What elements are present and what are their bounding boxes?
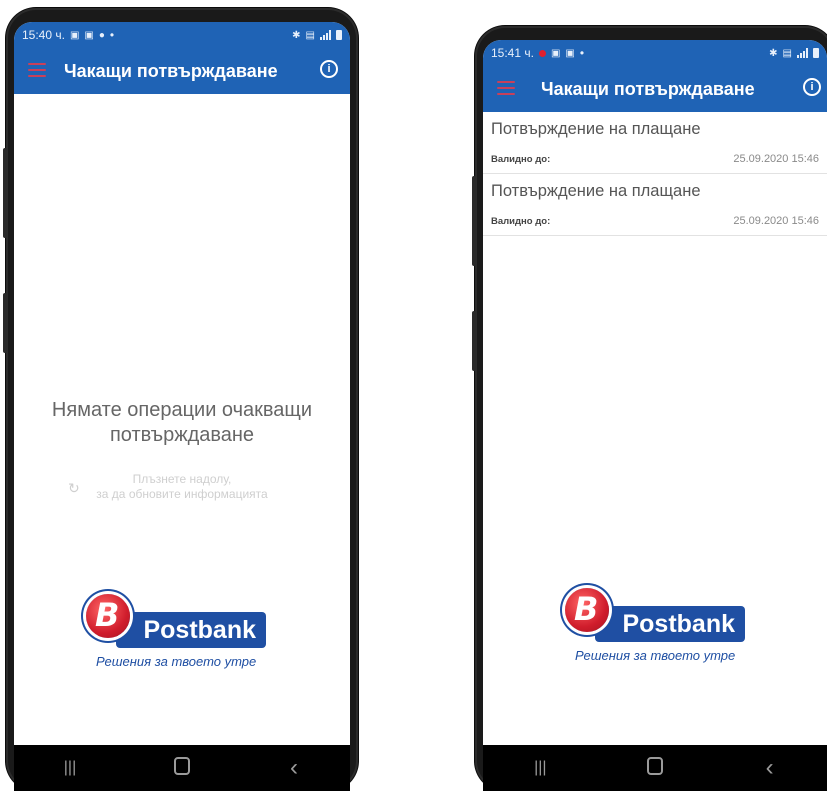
image-icon: ▣ <box>550 47 561 59</box>
list-item[interactable]: Потвърждение на плащане Валидно до: 25.0… <box>483 112 827 174</box>
empty-state-message: Нямате операции очакващи потвърждаване <box>51 399 313 446</box>
pull-to-refresh-hint: Плъзнете надолу, за да обновите информац… <box>14 472 350 502</box>
info-icon[interactable]: i <box>320 60 338 78</box>
pull-hint-line1: Плъзнете надолу, <box>132 472 232 486</box>
volume-button <box>3 148 7 238</box>
home-icon <box>174 756 190 775</box>
recents-button[interactable]: ||| <box>520 759 560 777</box>
system-nav-bar: ||| ‹ <box>14 745 350 791</box>
status-dot: • <box>109 28 115 42</box>
home-button[interactable] <box>162 756 202 780</box>
page-title: Чакащи потвърждаване <box>541 79 755 99</box>
image-icon: ▣ <box>84 29 94 41</box>
status-bar: 15:41 ч. ▣ ▣ • ✱ ▤ <box>483 40 827 66</box>
home-button[interactable] <box>635 756 675 780</box>
battery-icon <box>336 30 342 40</box>
menu-icon[interactable] <box>497 81 515 97</box>
status-dot: • <box>579 46 585 60</box>
menu-icon[interactable] <box>28 63 46 79</box>
screen-empty: 15:40 ч. ▣ ▣ ● • ✱ ▤ Чакащи потвърждаван… <box>14 22 350 791</box>
phone-left: 15:40 ч. ▣ ▣ ● • ✱ ▤ Чакащи потвърждаван… <box>3 8 358 791</box>
app-bar: Чакащи потвърждаване i <box>14 48 350 94</box>
system-nav-bar: ||| ‹ <box>483 745 827 791</box>
status-time: 15:41 ч. <box>491 46 534 60</box>
pull-hint-line2: за да обновите информацията <box>96 487 268 501</box>
bluetooth-icon: ✱ <box>292 29 301 41</box>
battery-icon <box>813 48 819 58</box>
volte-icon: ▤ <box>305 29 315 41</box>
back-button[interactable]: ‹ <box>750 754 790 782</box>
bixby-button <box>3 293 7 353</box>
gallery-icon: ▣ <box>565 47 575 59</box>
volte-icon: ▤ <box>782 47 792 59</box>
list-item[interactable]: Потвърждение на плащане Валидно до: 25.0… <box>483 174 827 236</box>
page-title: Чакащи потвърждаване <box>64 61 278 81</box>
item-title: Потвърждение на плащане <box>491 182 701 200</box>
status-time: 15:40 ч. <box>22 28 65 42</box>
signal-icon <box>797 48 808 58</box>
info-icon[interactable]: i <box>803 78 821 96</box>
logo-tagline: Решения за твоето утре <box>96 654 257 669</box>
status-bar: 15:40 ч. ▣ ▣ ● • ✱ ▤ <box>14 22 350 48</box>
home-icon <box>646 756 663 775</box>
item-valid-date: 25.09.2020 15:46 <box>733 215 819 227</box>
screen-list: 15:41 ч. ▣ ▣ • ✱ ▤ Чакащи потвърждаване … <box>483 40 827 791</box>
item-valid-label: Валидно до: <box>491 216 551 227</box>
app-bar: Чакащи потвърждаване i <box>483 66 827 112</box>
bluetooth-icon: ✱ <box>769 47 778 59</box>
chat-icon: ● <box>98 29 105 41</box>
phone-right: 15:41 ч. ▣ ▣ • ✱ ▤ Чакащи потвърждаване … <box>472 26 827 791</box>
item-valid-date: 25.09.2020 15:46 <box>733 153 819 165</box>
back-button[interactable]: ‹ <box>274 754 314 782</box>
recents-button[interactable]: ||| <box>50 759 90 777</box>
logo-badge: B <box>86 594 130 638</box>
gallery-icon: ▣ <box>69 29 80 41</box>
logo-badge: B <box>565 588 609 632</box>
record-icon <box>538 49 546 57</box>
bixby-button <box>472 311 476 371</box>
item-title: Потвърждение на плащане <box>491 120 701 138</box>
volume-button <box>472 176 476 266</box>
logo-wordmark: Postbank <box>116 612 266 648</box>
logo-wordmark: Postbank <box>595 606 745 642</box>
logo-tagline: Решения за твоето утре <box>575 648 736 663</box>
signal-icon <box>320 30 331 40</box>
item-valid-label: Валидно до: <box>491 154 551 165</box>
